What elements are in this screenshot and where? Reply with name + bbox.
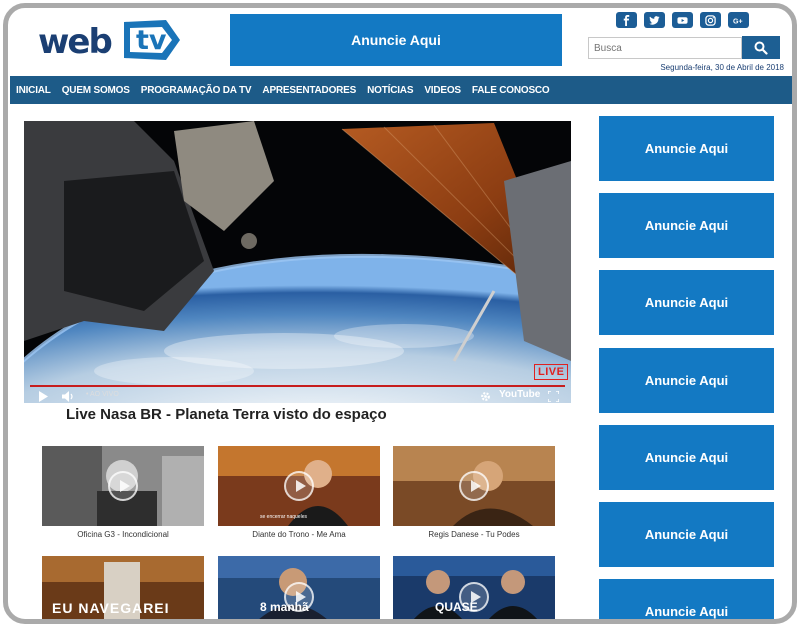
logo-web-text: web — [38, 22, 113, 62]
video-player[interactable]: LIVE • AO VIVO YouTube — [24, 121, 571, 403]
nav-item-apresentadores[interactable]: APRESENTADORES — [262, 85, 356, 96]
search-button[interactable] — [742, 36, 780, 59]
video-thumbnail-quase[interactable]: QUASE — [393, 556, 555, 619]
video-progress-bar[interactable] — [30, 385, 565, 387]
video-thumbnail-eu-navegarei[interactable]: EU NAVEGAREI — [42, 556, 204, 619]
svg-text:G+: G+ — [733, 18, 743, 25]
twitter-icon[interactable] — [644, 12, 665, 28]
fullscreen-icon[interactable] — [548, 389, 559, 403]
play-overlay-icon — [459, 471, 489, 501]
top-ad-banner[interactable]: Anuncie Aqui — [230, 14, 562, 66]
sidebar-ad-2[interactable]: Anuncie Aqui — [599, 193, 774, 258]
video-thumbnail-diante-do-trono[interactable]: se encerrar naqueles — [218, 446, 380, 526]
search-input[interactable] — [588, 37, 742, 59]
live-indicator: • AO VIVO — [86, 391, 119, 398]
browser-frame: web tv Anuncie Aqui G+ Segunda — [3, 3, 797, 624]
sidebar-ad-7[interactable]: Anuncie Aqui — [599, 579, 774, 619]
settings-icon[interactable] — [480, 389, 491, 403]
site-logo[interactable]: web tv — [38, 18, 180, 66]
nav-item-inicial[interactable]: INICIAL — [16, 85, 51, 96]
play-overlay-icon — [284, 471, 314, 501]
current-date: Segunda-feira, 30 de Abril de 2018 — [660, 63, 784, 72]
live-badge: LIVE — [534, 364, 569, 380]
sidebar-ad-5[interactable]: Anuncie Aqui — [599, 425, 774, 490]
nav-item-quem-somos[interactable]: QUEM SOMOS — [62, 85, 130, 96]
instagram-icon[interactable] — [700, 12, 721, 28]
nav-item-noticias[interactable]: NOTÍCIAS — [367, 85, 413, 96]
youtube-label[interactable]: YouTube — [499, 389, 540, 400]
search-icon — [754, 41, 768, 55]
play-icon[interactable] — [38, 389, 48, 403]
sidebar-ad-6[interactable]: Anuncie Aqui — [599, 502, 774, 567]
thumbnail-caption: EU NAVEGAREI — [52, 600, 170, 616]
social-links: G+ — [616, 12, 749, 28]
video-thumbnail-manha[interactable]: 8 manhã — [218, 556, 380, 619]
youtube-icon[interactable] — [672, 12, 693, 28]
play-overlay-icon — [108, 471, 138, 501]
video-thumbnail-regis-danese[interactable] — [393, 446, 555, 526]
video-label[interactable]: Diante do Trono - Me Ama — [218, 530, 380, 539]
sidebar-ad-4[interactable]: Anuncie Aqui — [599, 348, 774, 413]
sidebar-ad-1[interactable]: Anuncie Aqui — [599, 116, 774, 181]
main-navigation: INICIAL QUEM SOMOS PROGRAMAÇÃO DA TV APR… — [10, 76, 792, 104]
nav-item-fale-conosco[interactable]: FALE CONOSCO — [472, 85, 550, 96]
video-label[interactable]: Oficina G3 - Incondicional — [42, 530, 204, 539]
facebook-icon[interactable] — [616, 12, 637, 28]
video-thumbnail-oficina-g3[interactable] — [42, 446, 204, 526]
thumbnail-caption: se encerrar naqueles — [260, 514, 307, 520]
thumbnail-caption: 8 manhã — [260, 600, 309, 614]
nav-item-videos[interactable]: VIDEOS — [424, 85, 461, 96]
logo-tv-text: tv — [136, 25, 167, 56]
video-title[interactable]: Live Nasa BR - Planeta Terra visto do es… — [66, 406, 387, 423]
volume-icon[interactable] — [62, 389, 75, 403]
video-controls: • AO VIVO YouTube — [24, 389, 571, 403]
video-frame-earth-from-iss — [24, 121, 571, 403]
thumbnail-caption: QUASE — [435, 600, 478, 614]
sidebar-ad-3[interactable]: Anuncie Aqui — [599, 270, 774, 335]
nav-item-programacao[interactable]: PROGRAMAÇÃO DA TV — [141, 85, 252, 96]
video-label[interactable]: Regis Danese - Tu Podes — [393, 530, 555, 539]
google-plus-icon[interactable]: G+ — [728, 12, 749, 28]
